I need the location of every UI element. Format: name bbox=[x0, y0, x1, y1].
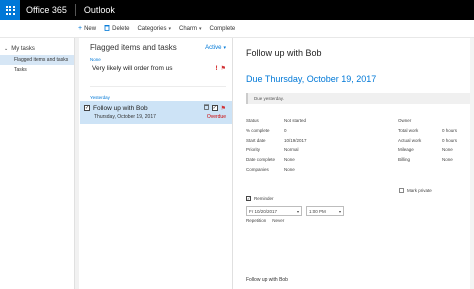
mileage-value[interactable]: None bbox=[442, 147, 453, 152]
percent-complete-label: % complete bbox=[246, 128, 270, 134]
list-header: Flagged items and tasks Active ▾ bbox=[80, 38, 232, 52]
chevron-down-icon: ▾ bbox=[168, 25, 171, 32]
folder-pane-scrollbar[interactable] bbox=[74, 38, 79, 289]
reading-pane-scrollbar[interactable] bbox=[470, 38, 474, 289]
command-bar: + New Delete Categories ▾ Charm ▾ Comple… bbox=[0, 20, 474, 38]
start-date-label: Start date bbox=[246, 137, 266, 143]
status-label: Status bbox=[246, 118, 259, 124]
priority-label: Priority bbox=[246, 147, 261, 153]
task-notes[interactable]: Follow up with Bob bbox=[246, 277, 288, 283]
categories-label: Categories bbox=[137, 25, 167, 32]
reminder-toggle[interactable]: ✓ Reminder bbox=[246, 196, 274, 201]
filter-dropdown[interactable]: Active ▾ bbox=[205, 45, 226, 51]
chevron-down-icon: ▾ bbox=[223, 44, 226, 51]
date-complete-value[interactable]: None bbox=[284, 157, 398, 162]
complete-checkbox[interactable]: ✓ bbox=[84, 105, 90, 111]
billing-label: Billing bbox=[398, 157, 411, 163]
list-item-selected[interactable]: ✓ Follow up with Bob ✓ ⚑ Thursday, Octob… bbox=[80, 101, 232, 124]
delete-label: Delete bbox=[112, 25, 130, 32]
chevron-down-icon: ▾ bbox=[199, 25, 202, 32]
due-banner: Due yesterday. bbox=[246, 93, 474, 104]
new-label: New bbox=[84, 25, 97, 32]
repetition-value[interactable]: Never bbox=[272, 218, 284, 223]
task-date: Thursday, October 19, 2017 bbox=[94, 114, 156, 120]
complete-label: Complete bbox=[209, 25, 236, 32]
start-date-value[interactable]: 10/19/2017 bbox=[284, 138, 398, 143]
flag-icon[interactable]: ⚑ bbox=[221, 105, 226, 112]
nav-item-flagged[interactable]: Flagged items and tasks bbox=[0, 55, 76, 65]
total-work-value[interactable]: 0 hours bbox=[442, 128, 457, 133]
due-date-heading: Due Thursday, October 19, 2017 bbox=[246, 74, 377, 84]
trash-icon bbox=[104, 24, 110, 33]
percent-complete-value[interactable]: 0 bbox=[284, 128, 398, 133]
mark-private-toggle[interactable]: Mark private bbox=[399, 188, 432, 193]
new-button[interactable]: + New bbox=[78, 25, 96, 32]
status-value[interactable]: Not started bbox=[284, 118, 398, 123]
private-label: Mark private bbox=[407, 188, 432, 193]
flag-icon[interactable]: ⚑ bbox=[221, 65, 226, 72]
filter-label: Active bbox=[205, 44, 222, 51]
reminder-time-select[interactable]: 1:00 PM ▾ bbox=[306, 206, 344, 216]
plus-icon: + bbox=[78, 25, 83, 32]
actual-work-label: Actual work bbox=[398, 137, 422, 143]
billing-value[interactable]: None bbox=[442, 157, 453, 162]
reminder-time-value: 1:00 PM bbox=[309, 208, 326, 214]
reading-pane: Follow up with Bob Due Thursday, October… bbox=[236, 38, 474, 289]
mark-complete-icon[interactable]: ✓ bbox=[211, 105, 218, 111]
delete-button[interactable]: Delete bbox=[104, 24, 129, 33]
top-bar: Office 365 Outlook bbox=[0, 0, 474, 20]
brand-name[interactable]: Office 365 bbox=[20, 4, 76, 16]
repetition-row: Repetition Never bbox=[246, 218, 284, 223]
chevron-down-icon: ⌄ bbox=[4, 46, 9, 52]
nav-group-my-tasks[interactable]: ⌄ My tasks bbox=[0, 38, 76, 52]
total-work-label: Total work bbox=[398, 128, 419, 134]
chevron-down-icon: ▾ bbox=[338, 208, 341, 214]
list-item[interactable]: Very likely will order from us ! ⚑ bbox=[80, 62, 232, 76]
folder-pane: ⌄ My tasks Flagged items and tasks Tasks bbox=[0, 38, 76, 289]
app-launcher-icon[interactable] bbox=[0, 0, 20, 20]
priority-value[interactable]: Normal bbox=[284, 147, 398, 152]
chevron-down-icon: ▾ bbox=[296, 208, 299, 214]
task-title: Very likely will order from us bbox=[92, 65, 173, 72]
high-importance-icon: ! bbox=[215, 65, 218, 72]
task-properties: Status Not started Owner % complete 0 To… bbox=[246, 116, 474, 174]
nav-item-tasks[interactable]: Tasks bbox=[0, 65, 76, 75]
mileage-label: Mileage bbox=[398, 147, 414, 153]
reminder-checkbox[interactable]: ✓ bbox=[246, 196, 251, 201]
list-title: Flagged items and tasks bbox=[90, 43, 177, 52]
companies-value[interactable]: None bbox=[284, 167, 398, 172]
date-complete-label: Date complete bbox=[246, 157, 276, 163]
nav-group-label: My tasks bbox=[11, 46, 35, 52]
app-name: Outlook bbox=[83, 5, 115, 15]
task-title: Follow up with Bob bbox=[93, 104, 148, 112]
owner-label: Owner bbox=[398, 118, 412, 124]
actual-work-value[interactable]: 0 hours bbox=[442, 138, 457, 143]
reminder-date-value: Fr 10/20/2017 bbox=[249, 208, 278, 214]
group-header-yesterday: Yesterday bbox=[90, 95, 110, 100]
repetition-label: Repetition bbox=[246, 218, 267, 223]
complete-button[interactable]: Complete bbox=[210, 26, 236, 32]
charm-label: Charm bbox=[178, 25, 197, 32]
reminder-date-field[interactable]: Fr 10/20/2017 ▾ bbox=[246, 206, 302, 216]
list-divider bbox=[232, 38, 233, 289]
companies-label: Companies bbox=[246, 166, 269, 172]
trash-icon[interactable] bbox=[203, 104, 209, 112]
group-header-none: None bbox=[90, 57, 101, 62]
task-list: Flagged items and tasks Active ▾ None Ve… bbox=[80, 38, 232, 289]
reminder-label: Reminder bbox=[254, 196, 274, 201]
private-checkbox[interactable] bbox=[399, 188, 404, 193]
charm-dropdown[interactable]: Charm ▾ bbox=[179, 26, 202, 32]
task-heading: Follow up with Bob bbox=[246, 48, 322, 58]
categories-dropdown[interactable]: Categories ▾ bbox=[137, 26, 171, 32]
overdue-label: Overdue bbox=[206, 114, 226, 120]
